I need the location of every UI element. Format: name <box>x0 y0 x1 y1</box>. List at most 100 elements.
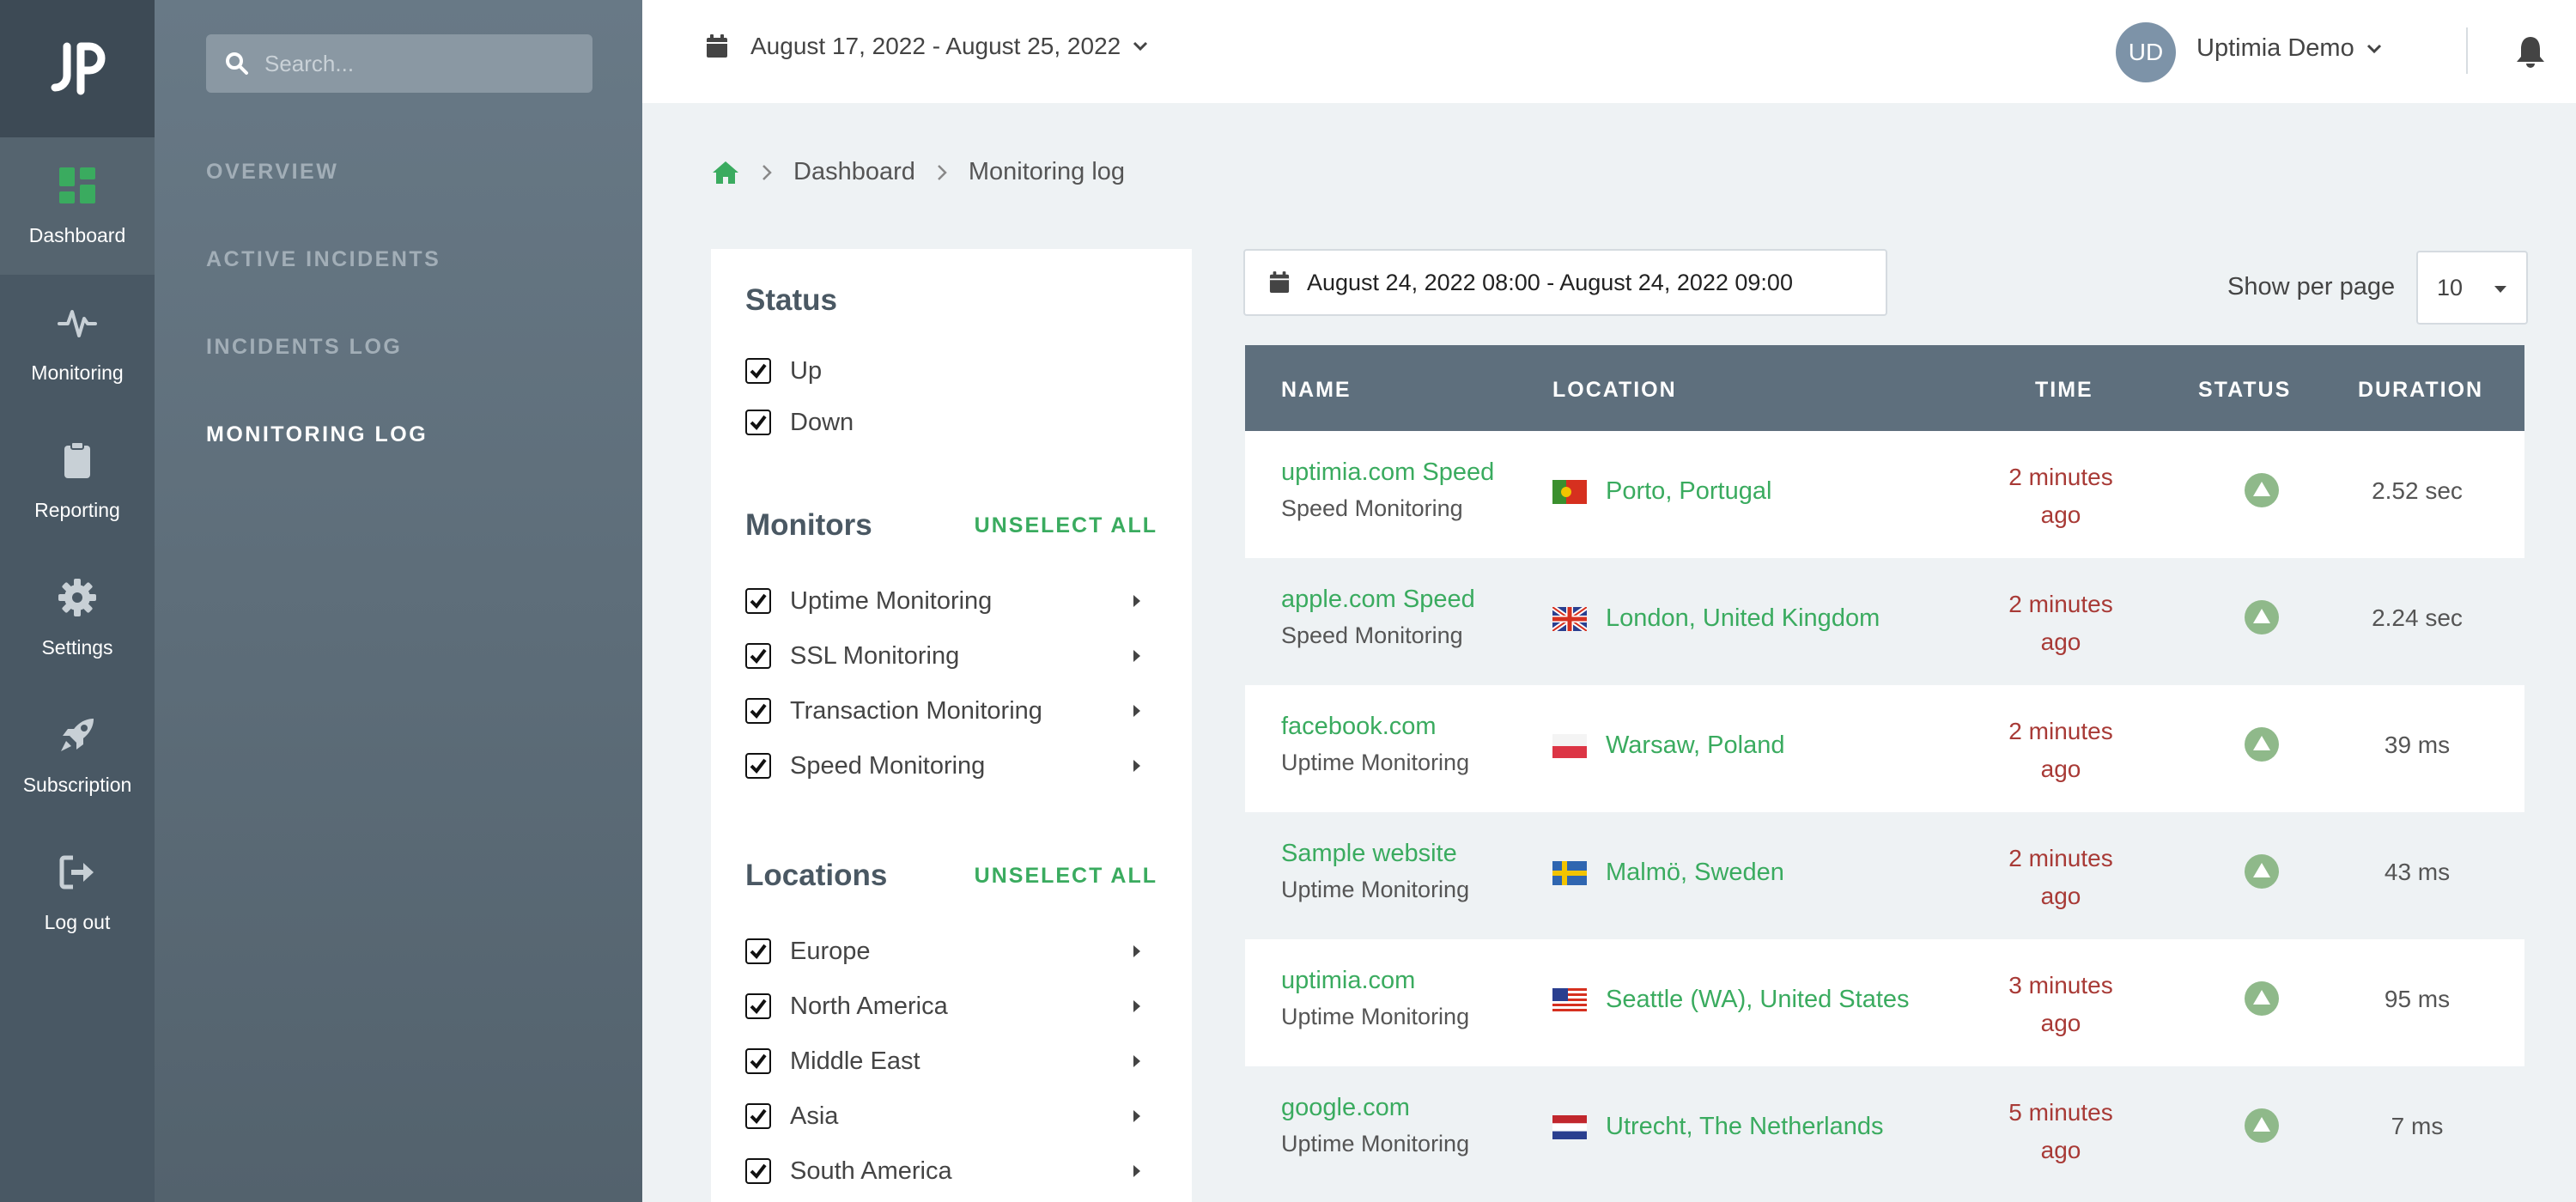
subnav-item-active-incidents[interactable]: ACTIVE INCIDENTS <box>206 247 440 272</box>
rail-item-dashboard[interactable]: Dashboard <box>0 137 155 275</box>
table-row[interactable]: apple.com Speed Speed Monitoring London,… <box>1245 558 2524 685</box>
table-row[interactable]: google.com Uptime Monitoring Utrecht, Th… <box>1245 1066 2524 1193</box>
time-ago-value: 2 minutes <box>2008 718 2113 744</box>
clipboard-icon <box>64 440 90 478</box>
location-link[interactable]: Utrecht, The Netherlands <box>1606 1113 1883 1141</box>
breadcrumb-dashboard[interactable]: Dashboard <box>793 158 915 186</box>
table-row[interactable]: Sample website Uptime Monitoring Malmö, … <box>1245 812 2524 939</box>
pulse-icon <box>58 309 97 337</box>
rail-item-subscription[interactable]: Subscription <box>0 687 155 824</box>
checkbox[interactable] <box>745 698 771 724</box>
checkbox[interactable] <box>745 1103 771 1129</box>
time-range-input[interactable]: August 24, 2022 08:00 - August 24, 2022 … <box>1243 249 1887 316</box>
location-cell[interactable]: Utrecht, The Netherlands <box>1552 1113 1883 1141</box>
search-input[interactable] <box>264 50 582 77</box>
monitor-option-transaction[interactable]: Transaction Monitoring <box>745 694 1157 728</box>
caret-right-icon[interactable] <box>1132 593 1142 609</box>
rail-item-reporting[interactable]: Reporting <box>0 412 155 549</box>
subnav-item-overview[interactable]: OVERVIEW <box>206 160 338 185</box>
status-option-up[interactable]: Up <box>745 354 1157 388</box>
location-cell[interactable]: Warsaw, Poland <box>1552 732 1784 760</box>
caret-right-icon[interactable] <box>1132 1053 1142 1069</box>
caret-right-icon[interactable] <box>1132 758 1142 774</box>
checkbox[interactable] <box>745 1158 771 1184</box>
app-logo[interactable] <box>0 0 155 137</box>
monitor-option-ssl[interactable]: SSL Monitoring <box>745 639 1157 673</box>
option-label: Asia <box>790 1102 839 1130</box>
option-label: SSL Monitoring <box>790 641 960 670</box>
caret-right-icon[interactable] <box>1132 648 1142 664</box>
calendar-icon <box>707 34 727 58</box>
rail-item-settings[interactable]: Settings <box>0 549 155 687</box>
time-range-text: August 24, 2022 08:00 - August 24, 2022 … <box>1307 269 1793 295</box>
per-page-select[interactable]: 10 <box>2416 251 2528 325</box>
location-cell[interactable]: Seattle (WA), United States <box>1552 986 1910 1014</box>
table-header: NAME LOCATION TIME STATUS DURATION <box>1245 345 2524 431</box>
location-option-north-america[interactable]: North America <box>745 989 1157 1023</box>
status-option-down[interactable]: Down <box>745 405 1157 440</box>
header-duration[interactable]: DURATION <box>2358 378 2483 403</box>
breadcrumb-current: Monitoring log <box>968 158 1126 185</box>
location-link[interactable]: Porto, Portugal <box>1606 477 1771 506</box>
rail-item-monitoring[interactable]: Monitoring <box>0 275 155 412</box>
option-label: Transaction Monitoring <box>790 696 1042 725</box>
avatar[interactable]: UD <box>2116 22 2176 82</box>
caret-right-icon[interactable] <box>1132 944 1142 959</box>
location-option-asia[interactable]: Asia <box>745 1099 1157 1133</box>
user-menu[interactable]: Uptimia Demo <box>2196 34 2382 63</box>
date-range-picker[interactable]: August 17, 2022 - August 25, 2022 <box>706 33 1148 60</box>
header-time[interactable]: TIME <box>2035 378 2093 403</box>
monitor-option-uptime[interactable]: Uptime Monitoring <box>745 584 1157 618</box>
location-link[interactable]: London, United Kingdom <box>1606 604 1880 633</box>
location-link[interactable]: Malmö, Sweden <box>1606 859 1784 887</box>
location-cell[interactable]: London, United Kingdom <box>1552 604 1880 633</box>
location-option-europe[interactable]: Europe <box>745 934 1157 968</box>
location-link[interactable]: Seattle (WA), United States <box>1606 986 1910 1014</box>
rail-item-logout[interactable]: Log out <box>0 824 155 962</box>
monitor-name-link[interactable]: apple.com Speed <box>1281 586 1475 614</box>
table-row[interactable]: uptimia.com Speed Speed Monitoring Porto… <box>1245 431 2524 558</box>
caret-right-icon[interactable] <box>1132 999 1142 1014</box>
caret-right-icon[interactable] <box>1132 1108 1142 1124</box>
monitor-type: Uptime Monitoring <box>1281 877 1470 902</box>
table-row[interactable]: uptimia.com Uptime Monitoring Seattle (W… <box>1245 939 2524 1066</box>
status-up-icon <box>2245 600 2279 634</box>
header-name[interactable]: NAME <box>1281 378 1352 403</box>
poland-flag-icon <box>1552 733 1587 758</box>
checkbox[interactable] <box>745 643 771 669</box>
bell-icon[interactable] <box>2514 34 2547 69</box>
search-box[interactable] <box>206 34 592 93</box>
monitor-name-link[interactable]: uptimia.com Speed <box>1281 458 1494 487</box>
location-link[interactable]: Warsaw, Poland <box>1606 732 1784 760</box>
checkbox[interactable] <box>745 410 771 435</box>
subnav-item-monitoring-log[interactable]: MONITORING LOG <box>206 422 428 447</box>
home-icon[interactable] <box>711 160 740 185</box>
monitor-name-link[interactable]: facebook.com <box>1281 713 1469 741</box>
location-cell[interactable]: Malmö, Sweden <box>1552 859 1784 887</box>
monitors-unselect-all-button[interactable]: UNSELECT ALL <box>975 513 1157 538</box>
location-cell[interactable]: Porto, Portugal <box>1552 477 1771 506</box>
location-option-middle-east[interactable]: Middle East <box>745 1044 1157 1078</box>
checkbox[interactable] <box>745 588 771 614</box>
caret-right-icon[interactable] <box>1132 1163 1142 1179</box>
checkbox[interactable] <box>745 938 771 964</box>
chevron-down-icon <box>1133 41 1148 52</box>
table-row[interactable]: facebook.com Uptime Monitoring Warsaw, P… <box>1245 685 2524 812</box>
header-status[interactable]: STATUS <box>2198 378 2291 403</box>
location-option-south-america[interactable]: South America <box>745 1154 1157 1188</box>
status-up-icon <box>2245 473 2279 507</box>
checkbox[interactable] <box>745 993 771 1019</box>
checkbox[interactable] <box>745 753 771 779</box>
caret-right-icon[interactable] <box>1132 703 1142 719</box>
locations-unselect-all-button[interactable]: UNSELECT ALL <box>975 864 1157 889</box>
checkbox[interactable] <box>745 358 771 384</box>
monitor-name-link[interactable]: google.com <box>1281 1094 1469 1122</box>
subnav-item-incidents-log[interactable]: INCIDENTS LOG <box>206 335 402 360</box>
monitor-name-link[interactable]: Sample website <box>1281 840 1469 868</box>
header-location[interactable]: LOCATION <box>1552 378 1677 403</box>
rail-label: Reporting <box>34 498 120 521</box>
status-up-icon <box>2245 981 2279 1016</box>
monitor-name-link[interactable]: uptimia.com <box>1281 967 1469 995</box>
monitor-option-speed[interactable]: Speed Monitoring <box>745 749 1157 783</box>
checkbox[interactable] <box>745 1048 771 1074</box>
